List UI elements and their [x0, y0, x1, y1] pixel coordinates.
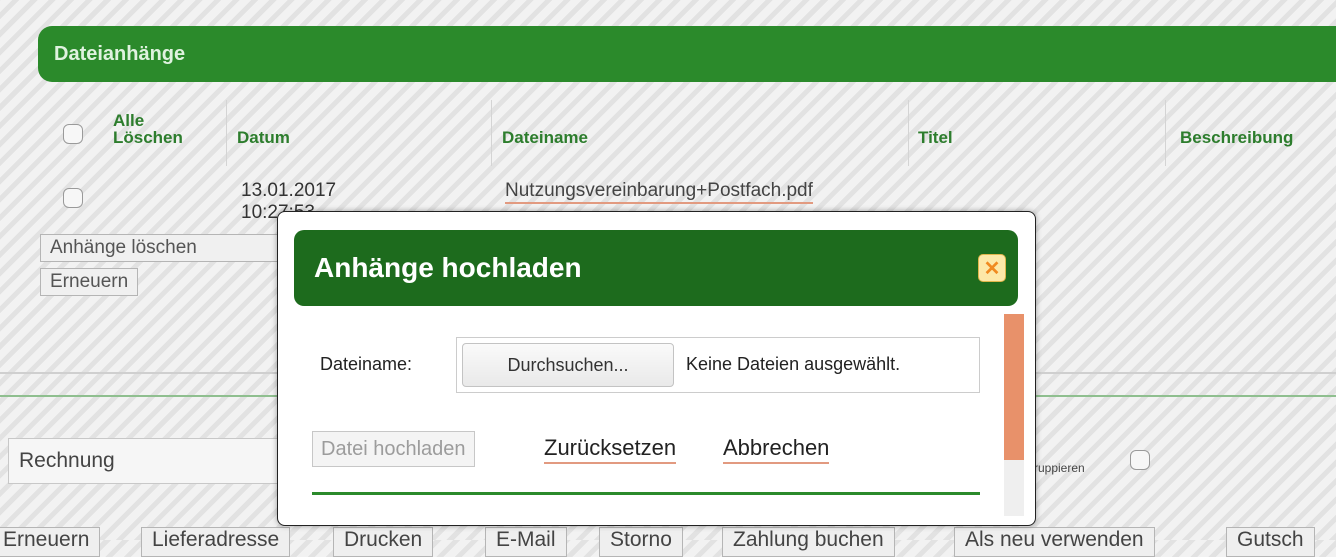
toolbar-credit-note-button[interactable]: Gutsch [1226, 527, 1315, 557]
browse-button[interactable]: Durchsuchen... [462, 343, 674, 387]
toolbar-cancel-invoice-button[interactable]: Storno [599, 527, 683, 557]
column-header-select-all: Alle Löschen [113, 111, 183, 147]
select-all-checkbox[interactable] [63, 124, 83, 144]
row-checkbox[interactable] [63, 188, 83, 208]
group-label: ruppieren [1034, 461, 1085, 475]
column-separator [1165, 100, 1166, 166]
renew-attachments-button[interactable]: Erneuern [40, 268, 139, 296]
delete-attachments-button[interactable]: Anhänge löschen [40, 234, 285, 262]
column-separator [491, 100, 492, 166]
cancel-link[interactable]: Abbrechen [723, 435, 830, 464]
file-input[interactable]: Durchsuchen... Keine Dateien ausgewählt. [456, 337, 980, 393]
column-header-title[interactable]: Titel [918, 128, 953, 148]
toolbar-book-payment-button[interactable]: Zahlung buchen [722, 527, 895, 557]
reset-link[interactable]: Zurücksetzen [544, 435, 677, 464]
column-header-date[interactable]: Datum [237, 128, 290, 148]
file-field-label: Dateiname: [320, 354, 413, 374]
close-icon[interactable]: ✕ [978, 254, 1006, 282]
dialog-title: Anhänge hochladen [314, 252, 582, 283]
attachments-panel-header: Dateianhänge [38, 26, 1336, 82]
column-separator [226, 100, 227, 166]
dialog-header: Anhänge hochladen ✕ [294, 230, 1018, 306]
toolbar-renew-button[interactable]: Erneuern [0, 527, 101, 557]
column-separator [908, 100, 909, 166]
dialog-scrollbar[interactable] [1004, 314, 1024, 516]
toolbar-email-button[interactable]: E-Mail [485, 527, 567, 557]
column-header-description[interactable]: Beschreibung [1180, 128, 1293, 148]
upload-file-button[interactable]: Datei hochladen [312, 431, 475, 467]
no-file-selected-text: Keine Dateien ausgewählt. [686, 354, 901, 374]
toolbar-reuse-button[interactable]: Als neu verwenden [954, 527, 1155, 557]
dialog-divider [312, 492, 980, 495]
scrollbar-thumb[interactable] [1004, 314, 1024, 460]
column-header-filename[interactable]: Dateiname [502, 128, 588, 148]
document-type-select[interactable]: Rechnung [8, 438, 298, 484]
toolbar-delivery-address-button[interactable]: Lieferadresse [141, 527, 291, 557]
group-checkbox[interactable] [1130, 450, 1150, 470]
toolbar-print-button[interactable]: Drucken [333, 527, 434, 557]
row-filename-link[interactable]: Nutzungsvereinbarung+Postfach.pdf [505, 180, 813, 204]
attachments-title: Dateianhänge [54, 42, 186, 65]
upload-attachments-dialog: Anhänge hochladen ✕ Dateiname: Durchsuch… [277, 211, 1036, 526]
document-type-value: Rechnung [19, 449, 115, 472]
